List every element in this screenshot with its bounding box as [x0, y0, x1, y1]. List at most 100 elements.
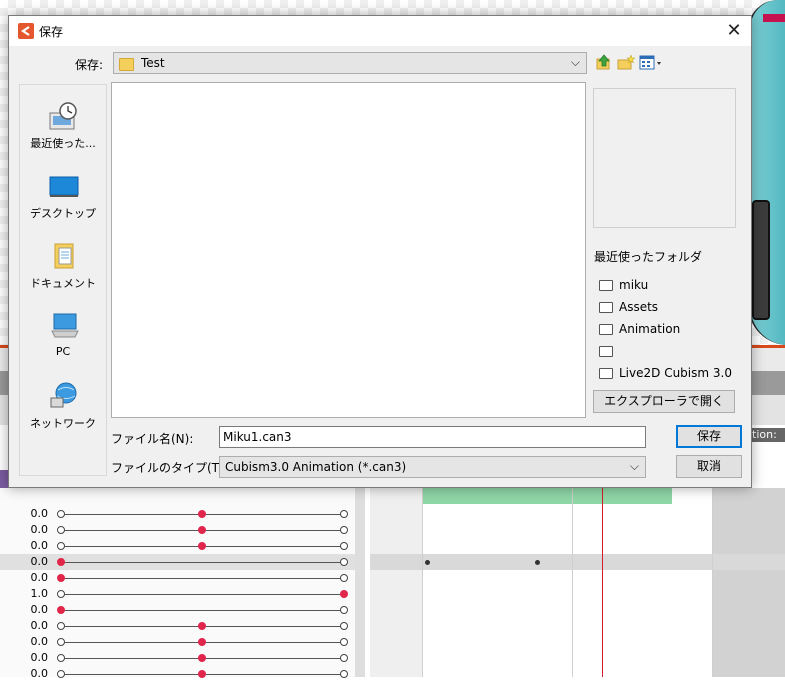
preview-pane: [593, 88, 736, 228]
filetype-value: Cubism3.0 Animation (*.can3): [225, 460, 407, 474]
keyframe-dot[interactable]: [340, 606, 348, 614]
keyframe-dot[interactable]: [57, 510, 65, 518]
keyframe-dot[interactable]: [57, 622, 65, 630]
keyframe-dot[interactable]: [340, 542, 348, 550]
keyframe-dot[interactable]: [340, 622, 348, 630]
keyframe-dot[interactable]: [340, 574, 348, 582]
parameter-row[interactable]: 0.0: [0, 538, 355, 554]
keyframe-dot[interactable]: [57, 558, 65, 566]
new-folder-icon[interactable]: [617, 54, 635, 72]
parameter-value: 0.0: [30, 539, 49, 552]
parameter-row[interactable]: 0.0: [0, 554, 355, 570]
folder-icon: [599, 324, 613, 335]
current-folder-name: Test: [141, 56, 165, 70]
parameter-value: 0.0: [30, 603, 49, 616]
up-folder-icon[interactable]: [595, 54, 613, 72]
keyframe-dot[interactable]: [340, 558, 348, 566]
cancel-button[interactable]: 取消: [676, 455, 742, 478]
recent-folders-title: 最近使ったフォルダ: [594, 250, 703, 264]
keyframe-dot[interactable]: [340, 654, 348, 662]
folder-icon: [599, 302, 613, 313]
filename-label: ファイル名(N):: [111, 432, 194, 446]
folder-icon: [599, 368, 613, 379]
parameter-row[interactable]: 0.0: [0, 650, 355, 666]
keyframe-dot[interactable]: [198, 622, 206, 630]
keyframe-dot[interactable]: [198, 542, 206, 550]
file-list[interactable]: [111, 82, 586, 418]
recent-folder-name: Animation: [619, 322, 681, 336]
model-ribbon-image: [763, 14, 785, 22]
timeline-selected-row: [370, 554, 785, 570]
close-button[interactable]: ✕: [717, 16, 751, 46]
keyframe-dot[interactable]: [57, 638, 65, 646]
parameter-row[interactable]: 0.0: [0, 634, 355, 650]
keyframe-dot[interactable]: [57, 526, 65, 534]
timeline-range-bar[interactable]: [422, 488, 672, 504]
timeline-key-dot[interactable]: [535, 560, 540, 565]
keyframe-dot[interactable]: [340, 510, 348, 518]
place-label: PC: [55, 345, 71, 358]
parameter-value: 0.0: [30, 651, 49, 664]
track-color-marker: [0, 470, 8, 490]
recent-folder-name: miku: [619, 278, 649, 292]
save-in-dropdown[interactable]: Test ⌵: [113, 52, 587, 74]
place-recent[interactable]: 最近使った...: [20, 93, 106, 159]
parameter-value: 0.0: [30, 571, 49, 584]
keyframe-dot[interactable]: [57, 542, 65, 550]
place-desktop[interactable]: デスクトップ: [20, 163, 106, 229]
dialog-titlebar[interactable]: 保存 ✕: [9, 16, 751, 46]
save-button[interactable]: 保存: [676, 425, 742, 448]
folder-icon: [599, 280, 613, 291]
keyframe-dot[interactable]: [198, 638, 206, 646]
filetype-dropdown[interactable]: Cubism3.0 Animation (*.can3) ⌵: [219, 456, 646, 478]
parameter-panel: 0.0 0.0 0.0 0.0 0.0 1.0 0.0 0.0 0.0 0.0 …: [0, 488, 360, 680]
playhead[interactable]: [602, 488, 603, 677]
station-label: tion:: [752, 428, 785, 442]
keyframe-dot[interactable]: [57, 574, 65, 582]
dialog-title: 保存: [39, 25, 64, 39]
parameter-value: 0.0: [30, 507, 49, 520]
timeline-key-dot[interactable]: [425, 560, 430, 565]
filetype-label: ファイルのタイプ(T):: [111, 461, 228, 475]
save-dialog: 保存 ✕ 保存: Test ⌵ 最近使った... デスクトップ ドキュメント P…: [8, 15, 752, 488]
view-menu-icon[interactable]: [639, 54, 663, 72]
parameter-value: 0.0: [30, 635, 49, 648]
parameter-row[interactable]: 0.0: [0, 618, 355, 634]
chevron-down-icon: ⌵: [629, 459, 639, 473]
place-label: 最近使った...: [30, 137, 96, 150]
parameter-value: 0.0: [30, 555, 49, 568]
keyframe-dot[interactable]: [198, 526, 206, 534]
place-documents[interactable]: ドキュメント: [20, 233, 106, 299]
keyframe-dot[interactable]: [57, 590, 65, 598]
parameter-value: 0.0: [30, 619, 49, 632]
keyframe-dot[interactable]: [198, 654, 206, 662]
desktop-icon: [49, 176, 79, 197]
keyframe-dot[interactable]: [340, 638, 348, 646]
pc-icon: [51, 313, 79, 338]
keyframe-dot[interactable]: [57, 654, 65, 662]
parameter-row[interactable]: 1.0: [0, 586, 355, 602]
parameter-row[interactable]: 0.0: [0, 522, 355, 538]
parameter-value: 1.0: [30, 587, 49, 600]
recent-places-icon: [49, 102, 77, 130]
place-label: デスクトップ: [30, 207, 96, 220]
keyframe-dot[interactable]: [340, 526, 348, 534]
parameter-scrollbar[interactable]: [355, 488, 365, 677]
keyframe-dot[interactable]: [340, 590, 348, 598]
parameter-row[interactable]: 0.0: [0, 570, 355, 586]
place-network[interactable]: ネットワーク: [20, 373, 106, 439]
place-pc[interactable]: PC: [20, 303, 106, 369]
keyframe-dot[interactable]: [198, 510, 206, 518]
parameter-value: 0.0: [30, 667, 49, 680]
folder-icon: [119, 58, 134, 71]
parameter-row[interactable]: 0.0: [0, 506, 355, 522]
documents-icon: [54, 243, 74, 269]
place-label: ネットワーク: [30, 417, 96, 430]
parameter-row[interactable]: 0.0: [0, 666, 355, 682]
filename-input[interactable]: Miku1.can3: [219, 426, 646, 448]
recent-folder-name: Live2D Cubism 3.0: [619, 366, 732, 380]
keyframe-dot[interactable]: [57, 606, 65, 614]
parameter-row[interactable]: 0.0: [0, 602, 355, 618]
open-in-explorer-button[interactable]: エクスプローラで開く: [593, 390, 735, 413]
chevron-down-icon: ⌵: [570, 55, 580, 69]
